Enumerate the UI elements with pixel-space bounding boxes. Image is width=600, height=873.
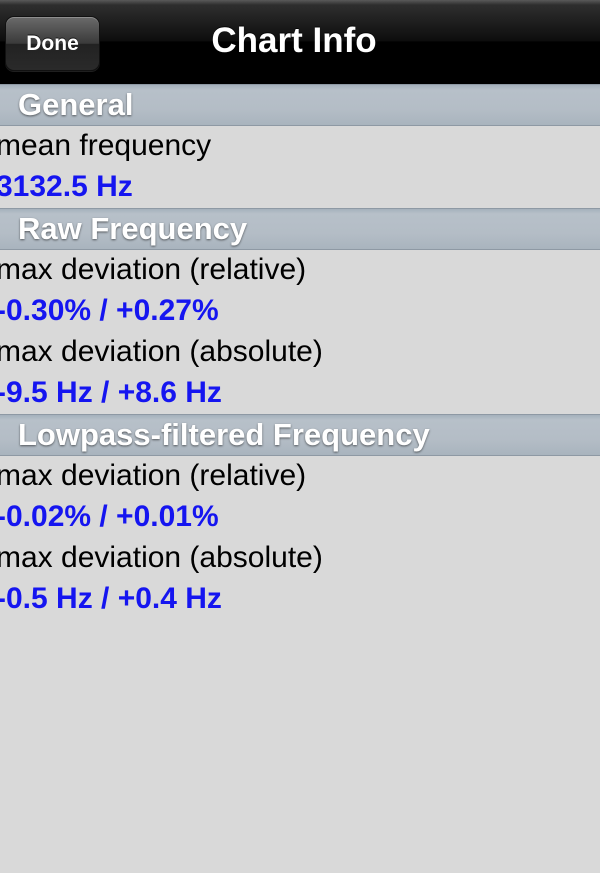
lowpass-relative-deviation-value: -0.02% / +0.01% xyxy=(0,500,219,533)
raw-absolute-deviation-label: max deviation (absolute) xyxy=(0,335,323,368)
page-title: Chart Info xyxy=(211,21,377,60)
mean-frequency-value: 3132.5 Hz xyxy=(0,170,133,203)
raw-absolute-deviation-value: -9.5 Hz / +8.6 Hz xyxy=(0,376,222,409)
lowpass-absolute-deviation-label: max deviation (absolute) xyxy=(0,541,323,574)
navigation-bar: Done Chart Info xyxy=(0,0,600,84)
chart-info-list: General mean frequency 3132.5 Hz Raw Fre… xyxy=(0,84,600,620)
lowpass-relative-deviation-label: max deviation (relative) xyxy=(0,459,307,492)
section-header-general: General xyxy=(0,84,600,126)
section-header-lowpass-filtered-frequency: Lowpass-filtered Frequency xyxy=(0,414,600,456)
raw-relative-deviation-label: max deviation (relative) xyxy=(0,253,307,286)
section-lowpass-filtered-frequency: Lowpass-filtered Frequency max deviation… xyxy=(0,414,600,620)
section-header-raw-frequency: Raw Frequency xyxy=(0,208,600,250)
section-general: General mean frequency 3132.5 Hz xyxy=(0,84,600,208)
lowpass-absolute-deviation-value: -0.5 Hz / +0.4 Hz xyxy=(0,582,222,615)
mean-frequency-label: mean frequency xyxy=(0,129,212,162)
raw-relative-deviation-value: -0.30% / +0.27% xyxy=(0,294,219,327)
section-raw-frequency: Raw Frequency max deviation (relative) -… xyxy=(0,208,600,414)
